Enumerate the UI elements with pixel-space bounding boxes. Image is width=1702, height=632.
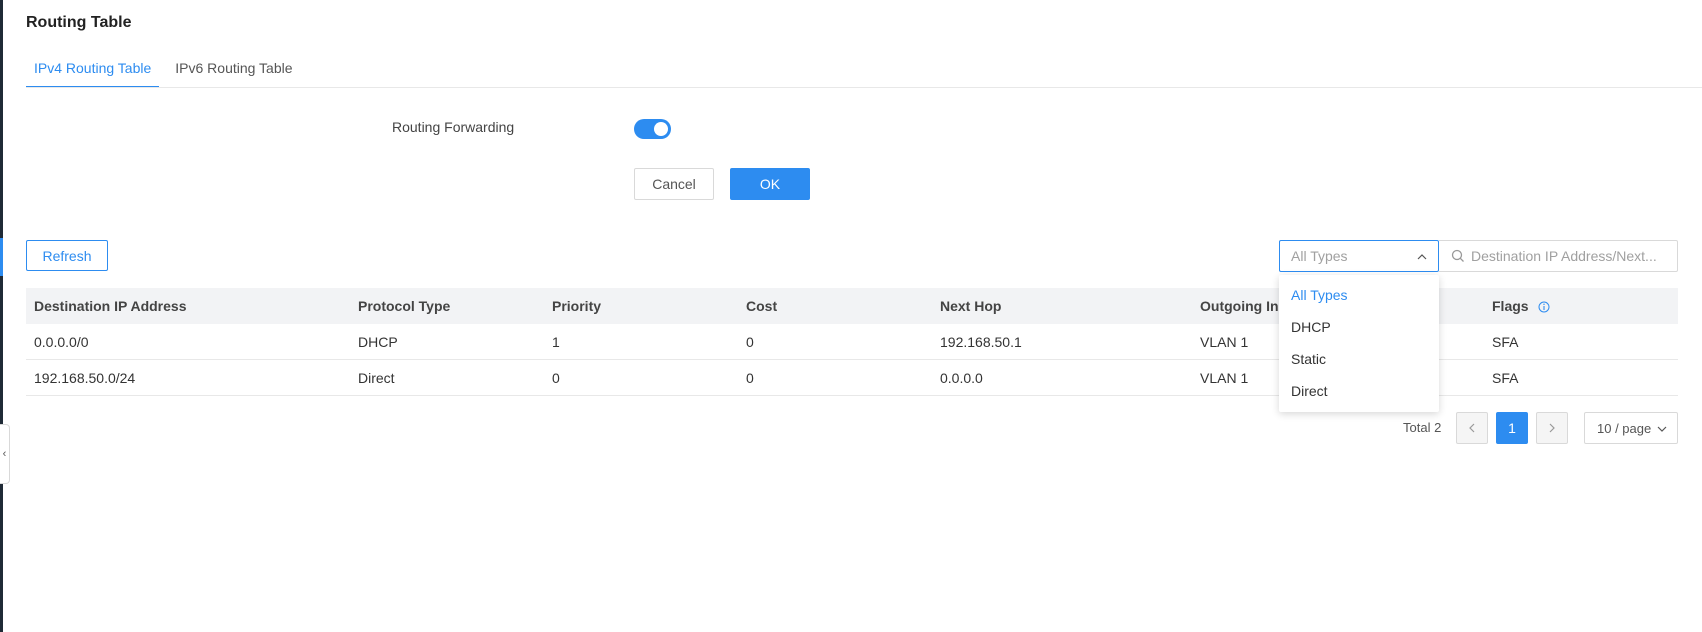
cell-next-hop: 0.0.0.0 (940, 369, 983, 386)
cell-protocol-type: DHCP (358, 333, 398, 350)
header-protocol-type: Protocol Type (358, 298, 451, 314)
sidebar-active-indicator (0, 238, 3, 276)
sidebar-rail (0, 0, 3, 632)
chevron-right-icon (1549, 423, 1555, 433)
chevron-left-icon (1469, 423, 1475, 433)
page-size-label: 10 / page (1597, 420, 1652, 436)
type-filter-select[interactable]: All Types (1279, 240, 1439, 272)
header-priority: Priority (552, 298, 602, 314)
chevron-up-icon (1417, 254, 1427, 260)
type-filter-placeholder: All Types (1291, 248, 1348, 264)
page-title: Routing Table (26, 14, 132, 31)
dropdown-option-direct[interactable]: Direct (1279, 375, 1439, 407)
sidebar-collapse-button[interactable]: ‹ (0, 424, 10, 484)
type-filter-dropdown: All Types DHCP Static Direct (1279, 275, 1439, 412)
cell-next-hop: 192.168.50.1 (940, 333, 1022, 350)
toggle-knob (654, 122, 668, 136)
header-cost: Cost (746, 298, 778, 314)
dropdown-option-all-types[interactable]: All Types (1279, 279, 1439, 311)
cell-protocol-type: Direct (358, 369, 395, 386)
header-destination-ip: Destination IP Address (34, 298, 187, 314)
search-field[interactable] (1439, 240, 1678, 272)
tab-ipv4-routing-table[interactable]: IPv4 Routing Table (26, 56, 160, 88)
cell-flags: SFA (1492, 369, 1519, 386)
chevron-down-icon (1657, 426, 1667, 432)
header-flags: Flags (1484, 298, 1678, 314)
pagination-next-button[interactable] (1536, 412, 1568, 444)
routing-forwarding-toggle[interactable] (634, 119, 671, 139)
refresh-button[interactable]: Refresh (26, 240, 108, 271)
cell-destination-ip: 0.0.0.0/0 (34, 333, 89, 350)
cell-destination-ip: 192.168.50.0/24 (34, 369, 136, 386)
tab-ipv6-routing-table[interactable]: IPv6 Routing Table (167, 56, 300, 88)
dropdown-option-static[interactable]: Static (1279, 343, 1439, 375)
routing-forwarding-label: Routing Forwarding (392, 119, 515, 135)
dropdown-option-dhcp[interactable]: DHCP (1279, 311, 1439, 343)
cell-flags: SFA (1492, 333, 1519, 350)
tabs-divider (26, 87, 1702, 88)
cancel-button[interactable]: Cancel (634, 168, 714, 200)
cell-priority: 0 (552, 369, 560, 386)
pagination-prev-button[interactable] (1456, 412, 1488, 444)
cell-cost: 0 (746, 369, 754, 386)
cell-priority: 1 (552, 333, 560, 350)
cell-cost: 0 (746, 333, 754, 350)
pagination-total: Total 2 (1403, 420, 1442, 435)
ok-button[interactable]: OK (730, 168, 810, 200)
search-icon (1451, 249, 1464, 262)
header-flags-label: Flags (1492, 298, 1529, 314)
header-next-hop: Next Hop (940, 298, 1002, 314)
tab-bar: IPv4 Routing Table IPv6 Routing Table (26, 56, 309, 88)
info-circle-icon[interactable] (1538, 301, 1550, 313)
chevron-left-icon: ‹ (2, 448, 7, 460)
page-size-select[interactable]: 10 / page (1584, 412, 1678, 444)
search-input[interactable] (1471, 248, 1671, 264)
pagination-page-1[interactable]: 1 (1496, 412, 1528, 444)
